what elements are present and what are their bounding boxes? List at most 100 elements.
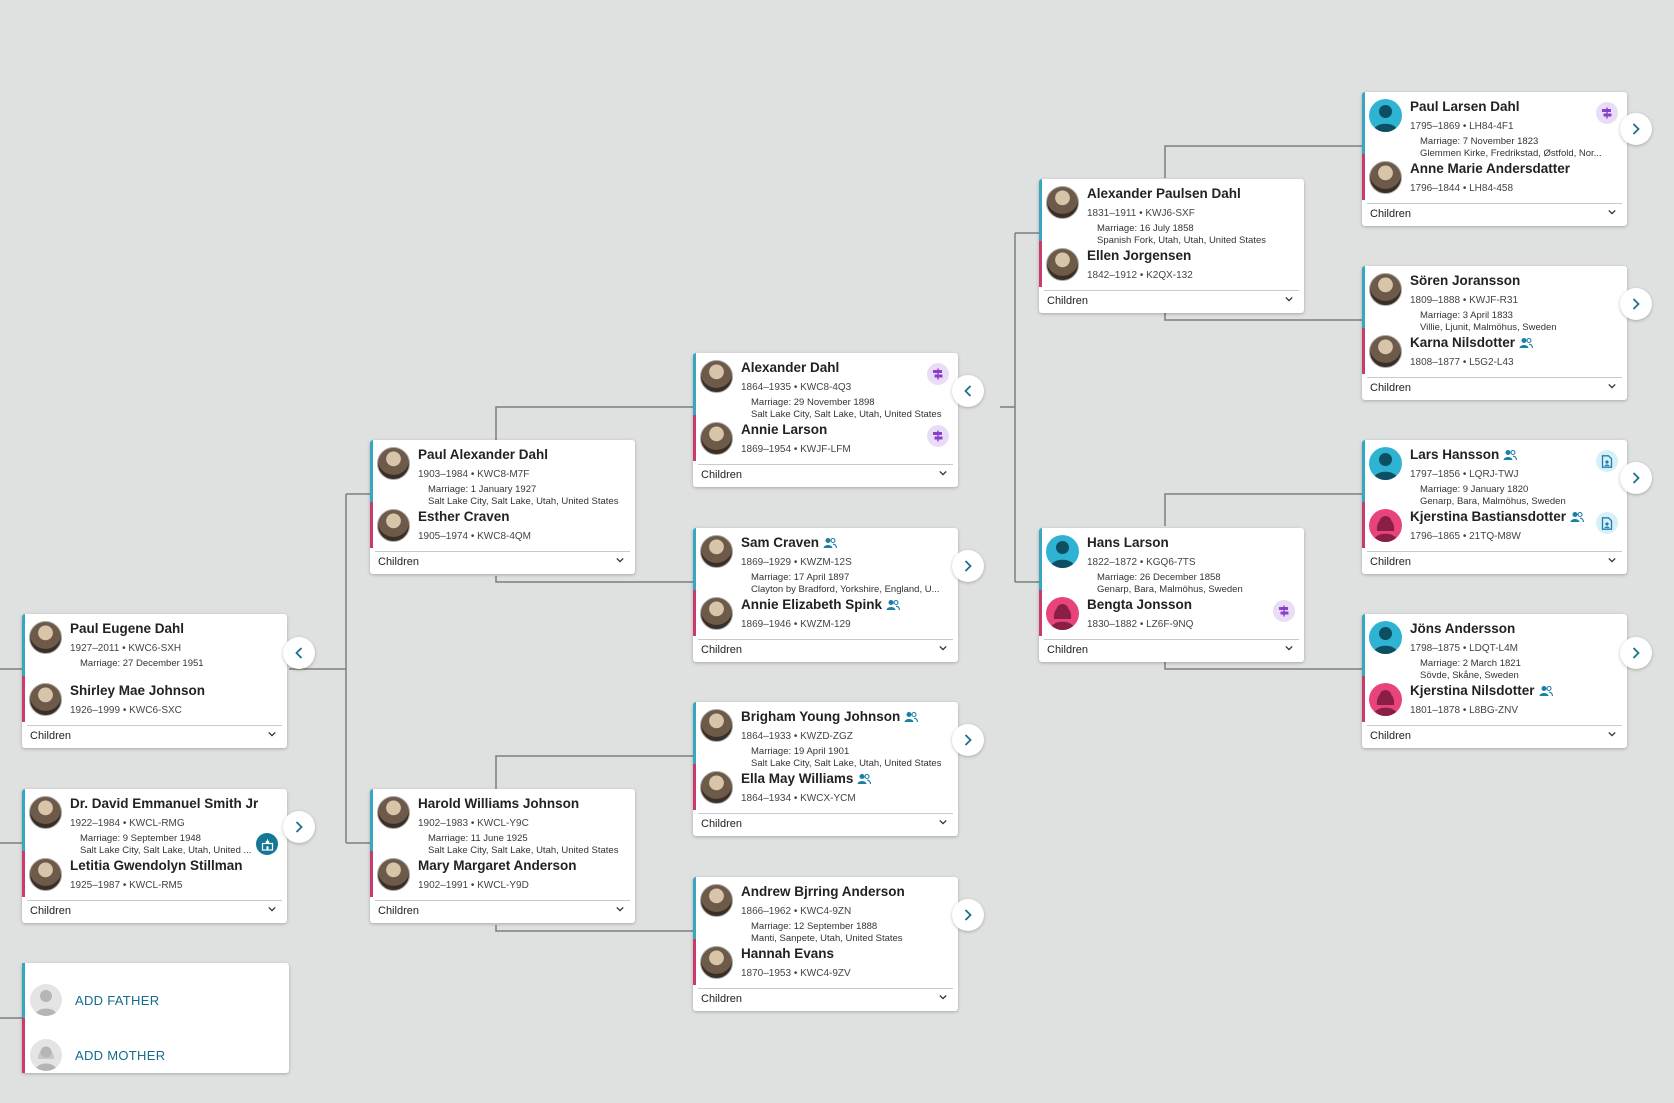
wife-name[interactable]: Esther Craven — [418, 509, 510, 524]
wife-portrait[interactable] — [1369, 509, 1402, 542]
wife-name[interactable]: Kjerstina Bastiansdotter — [1410, 509, 1585, 524]
person-relationship-icon[interactable] — [904, 711, 919, 723]
person-relationship-icon[interactable] — [886, 599, 901, 611]
husband-name[interactable]: Sam Craven — [741, 535, 838, 550]
expand-parents-button[interactable] — [952, 550, 984, 582]
wife-portrait[interactable] — [377, 509, 410, 542]
wife-portrait[interactable] — [29, 683, 62, 716]
wife-portrait[interactable] — [1046, 597, 1079, 630]
husband-name[interactable]: Alexander Paulsen Dahl — [1087, 186, 1241, 201]
husband-portrait[interactable] — [377, 447, 410, 480]
children-dropdown[interactable]: Children — [27, 900, 282, 920]
wife-portrait[interactable] — [29, 858, 62, 891]
husband-name[interactable]: Brigham Young Johnson — [741, 709, 919, 724]
wife-name[interactable]: Kjerstina Nilsdotter — [1410, 683, 1553, 698]
children-dropdown[interactable]: Children — [1044, 290, 1299, 310]
husband-name[interactable]: Paul Larsen Dahl — [1410, 99, 1520, 114]
husband-portrait[interactable] — [700, 360, 733, 393]
collapse-parents-button[interactable] — [952, 375, 984, 407]
husband-portrait[interactable] — [700, 709, 733, 742]
children-dropdown[interactable]: Children — [698, 639, 953, 659]
person-relationship-icon[interactable] — [1519, 337, 1534, 349]
wife-name[interactable]: Letitia Gwendolyn Stillman — [70, 858, 243, 873]
husband-portrait[interactable] — [700, 884, 733, 917]
expand-parents-button[interactable] — [283, 811, 315, 843]
wife-name[interactable]: Mary Margaret Anderson — [418, 858, 577, 873]
wife-portrait[interactable] — [700, 946, 733, 979]
wife-portrait[interactable] — [1369, 335, 1402, 368]
marriage-info: Marriage: 11 June 1925 Salt Lake City, Sa… — [428, 833, 628, 857]
children-dropdown[interactable]: Children — [375, 900, 630, 920]
research-suggestion-icon[interactable] — [1596, 102, 1618, 124]
expand-parents-button[interactable] — [952, 724, 984, 756]
husband-portrait[interactable] — [1369, 273, 1402, 306]
children-dropdown[interactable]: Children — [27, 725, 282, 745]
wife-name[interactable]: Shirley Mae Johnson — [70, 683, 205, 698]
expand-parents-button[interactable] — [1620, 637, 1652, 669]
husband-name[interactable]: Paul Eugene Dahl — [70, 621, 184, 636]
children-dropdown[interactable]: Children — [375, 551, 630, 571]
husband-name[interactable]: Jöns Andersson — [1410, 621, 1515, 636]
children-dropdown[interactable]: Children — [1367, 551, 1622, 571]
husband-portrait[interactable] — [29, 796, 62, 829]
children-dropdown[interactable]: Children — [698, 464, 953, 484]
husband-portrait[interactable] — [377, 796, 410, 829]
research-suggestion-icon[interactable] — [927, 363, 949, 385]
husband-portrait[interactable] — [1369, 621, 1402, 654]
children-dropdown[interactable]: Children — [698, 988, 953, 1008]
wife-name[interactable]: Anne Marie Andersdatter — [1410, 161, 1570, 176]
person-relationship-icon[interactable] — [857, 773, 872, 785]
husband-portrait[interactable] — [1046, 535, 1079, 568]
husband-name[interactable]: Paul Alexander Dahl — [418, 447, 548, 462]
wife-portrait[interactable] — [377, 858, 410, 891]
collapse-parents-button[interactable] — [283, 637, 315, 669]
children-dropdown[interactable]: Children — [1367, 377, 1622, 397]
add-father-button[interactable]: ADD FATHER — [30, 982, 159, 1018]
husband-portrait[interactable] — [1046, 186, 1079, 219]
husband-name[interactable]: Alexander Dahl — [741, 360, 839, 375]
wife-portrait[interactable] — [1369, 161, 1402, 194]
wife-name[interactable]: Annie Larson — [741, 422, 827, 437]
expand-parents-button[interactable] — [1620, 288, 1652, 320]
husband-portrait[interactable] — [1369, 99, 1402, 132]
expand-parents-button[interactable] — [1620, 113, 1652, 145]
children-dropdown[interactable]: Children — [1367, 203, 1622, 223]
husband-name[interactable]: Lars Hansson — [1410, 447, 1518, 462]
children-dropdown[interactable]: Children — [1044, 639, 1299, 659]
person-relationship-icon[interactable] — [1570, 511, 1585, 523]
husband-portrait[interactable] — [700, 535, 733, 568]
husband-name[interactable]: Hans Larson — [1087, 535, 1169, 550]
husband-name[interactable]: Harold Williams Johnson — [418, 796, 579, 811]
husband-name[interactable]: Andrew Bjrring Anderson — [741, 884, 905, 899]
wife-portrait[interactable] — [1369, 683, 1402, 716]
wife-name[interactable]: Hannah Evans — [741, 946, 834, 961]
research-suggestion-icon[interactable] — [927, 425, 949, 447]
wife-portrait[interactable] — [700, 422, 733, 455]
expand-parents-button[interactable] — [1620, 462, 1652, 494]
husband-name[interactable]: Sören Joransson — [1410, 273, 1520, 288]
research-suggestion-icon[interactable] — [1273, 600, 1295, 622]
wife-name[interactable]: Ella May Williams — [741, 771, 872, 786]
wife-portrait[interactable] — [700, 597, 733, 630]
person-relationship-icon[interactable] — [1503, 449, 1518, 461]
wife-name[interactable]: Bengta Jonsson — [1087, 597, 1192, 612]
husband-portrait[interactable] — [1369, 447, 1402, 480]
expand-parents-button[interactable] — [952, 899, 984, 931]
add-mother-button[interactable]: ADD MOTHER — [30, 1037, 165, 1073]
temple-icon[interactable] — [256, 833, 278, 855]
wife-portrait[interactable] — [700, 771, 733, 804]
wife-name[interactable]: Annie Elizabeth Spink — [741, 597, 901, 612]
wife-name[interactable]: Karna Nilsdotter — [1410, 335, 1534, 350]
record-hint-icon[interactable] — [1596, 512, 1618, 534]
record-hint-icon[interactable] — [1596, 450, 1618, 472]
children-dropdown[interactable]: Children — [698, 813, 953, 833]
marriage-date: Marriage: 7 November 1823 — [1420, 136, 1539, 147]
person-relationship-icon[interactable] — [1539, 685, 1553, 697]
husband-name[interactable]: Dr. David Emmanuel Smith Jr — [70, 796, 258, 811]
wife-portrait[interactable] — [1046, 248, 1079, 281]
husband-portrait[interactable] — [29, 621, 62, 654]
children-dropdown[interactable]: Children — [1367, 725, 1622, 745]
person-relationship-icon[interactable] — [823, 537, 838, 549]
chevron-down-icon — [268, 906, 276, 912]
wife-name[interactable]: Ellen Jorgensen — [1087, 248, 1191, 263]
